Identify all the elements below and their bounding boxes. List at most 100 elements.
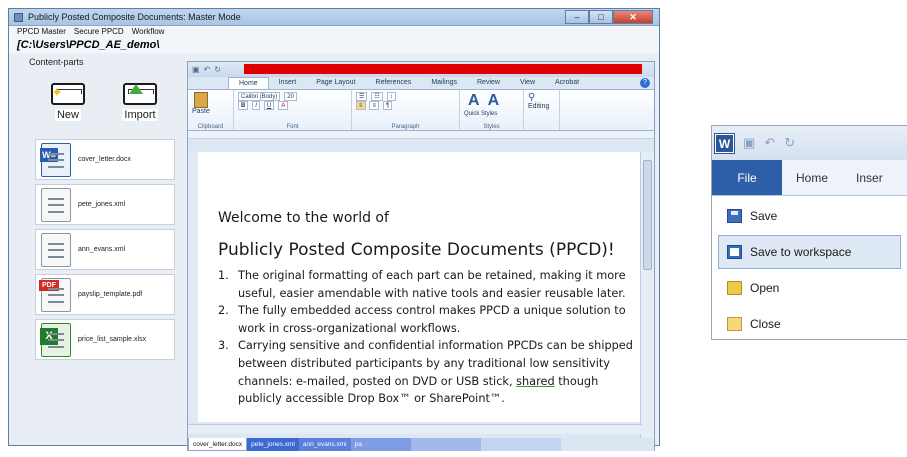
open-menu-item[interactable]: Open: [718, 271, 901, 305]
content-part-payslip-template[interactable]: PDF payslip_template.pdf: [35, 274, 175, 315]
doc-tab-cover-letter[interactable]: cover_letter.docx: [188, 438, 248, 451]
undo-icon[interactable]: ↶: [204, 65, 211, 74]
font-size-select[interactable]: 20: [284, 92, 297, 101]
horizontal-scrollbar[interactable]: [188, 424, 642, 434]
file-menu-toolbar: W ▣ ↶ ↻: [712, 126, 907, 160]
menu-workflow[interactable]: Workflow: [132, 26, 165, 38]
ruler: [188, 131, 654, 139]
document-heading-2: Publicly Posted Composite Documents (PPC…: [218, 240, 615, 260]
tab-page-layout[interactable]: Page Layout: [306, 77, 365, 89]
file-menu-panel: W ▣ ↶ ↻ File Home Inser Save Save to wor…: [711, 125, 907, 340]
doc-tab-4[interactable]: [410, 438, 481, 451]
list-item: 3. Carrying sensitive and confidential in…: [218, 339, 633, 406]
editing-label[interactable]: Editing: [528, 103, 549, 110]
tab-insert[interactable]: Inser: [842, 160, 897, 195]
document-page[interactable]: Welcome to the world of Publicly Posted …: [198, 152, 642, 422]
font-name-select[interactable]: Calibri (Body): [238, 92, 281, 101]
close-button[interactable]: ✕: [613, 10, 653, 24]
import-button[interactable]: Import: [119, 73, 161, 121]
list-item: 2. The fully embedded access control make…: [218, 304, 626, 335]
italic-button[interactable]: I: [252, 101, 260, 110]
paste-label: Paste: [192, 108, 210, 115]
scroll-thumb[interactable]: [643, 160, 652, 270]
save-icon: [727, 209, 742, 223]
window-title: Publicly Posted Composite Documents: Mas…: [28, 12, 241, 22]
star-icon: ✦: [51, 84, 63, 100]
workspace-icon: [727, 245, 742, 259]
save-to-workspace-label: Save to workspace: [750, 245, 852, 259]
undo-icon[interactable]: ↶: [764, 135, 775, 151]
content-part-pete-jones[interactable]: pete_jones.xml: [35, 184, 175, 225]
file-name: cover_letter.docx: [78, 156, 131, 163]
doc-tab-payslip[interactable]: pa: [350, 438, 411, 451]
save-to-workspace-menu-item[interactable]: Save to workspace: [718, 235, 901, 269]
tab-insert[interactable]: Insert: [269, 77, 307, 89]
workspace-path: [C:\Users\PPCD_AE_demo\: [9, 38, 659, 53]
embedded-word-editor: ▣ ↶ ↻ Home Insert Page Layout References…: [187, 61, 655, 451]
xml-document-icon: [41, 187, 71, 222]
content-part-price-list[interactable]: X price_list_sample.xlsx: [35, 319, 175, 360]
font-color-button[interactable]: A: [278, 101, 289, 110]
file-menu-items: Save Save to workspace Open Close: [712, 196, 907, 339]
align-center-button[interactable]: ≡: [369, 101, 379, 110]
file-name: payslip_template.pdf: [78, 291, 143, 298]
tab-file[interactable]: File: [712, 160, 782, 195]
paste-icon[interactable]: [194, 92, 208, 108]
numbering-button[interactable]: ☷: [371, 92, 383, 101]
pilcrow-button[interactable]: ¶: [382, 101, 393, 110]
arrow-up-icon: [129, 84, 143, 94]
open-folder-icon: [727, 281, 742, 295]
change-styles-icon[interactable]: A: [488, 92, 500, 109]
save-icon[interactable]: ▣: [743, 135, 755, 151]
minimize-button[interactable]: –: [565, 10, 589, 24]
align-left-button[interactable]: ≡: [356, 101, 366, 110]
ppcd-main-window: Publicly Posted Composite Documents: Mas…: [8, 8, 660, 451]
vertical-scrollbar[interactable]: [640, 152, 654, 438]
open-label: Open: [750, 281, 780, 295]
content-part-cover-letter[interactable]: W≡ cover_letter.docx: [35, 139, 175, 180]
tab-references[interactable]: References: [366, 77, 422, 89]
menu-secure-ppcd[interactable]: Secure PPCD: [74, 26, 124, 38]
tab-home[interactable]: Home: [782, 160, 842, 195]
redo-icon[interactable]: ↻: [784, 135, 795, 151]
content-parts-panel: Content-parts ✦ New Import W≡ cover_lett…: [13, 55, 183, 441]
underline-button[interactable]: U: [263, 101, 275, 110]
new-button[interactable]: ✦ New: [47, 73, 89, 121]
doc-tab-pete-jones[interactable]: pete_jones.xml: [247, 438, 299, 451]
redo-icon[interactable]: ↻: [214, 65, 221, 74]
bold-button[interactable]: B: [238, 101, 249, 110]
bullets-button[interactable]: ☰: [356, 92, 368, 101]
tab-home[interactable]: Home: [228, 77, 269, 89]
tab-acrobat[interactable]: Acrobat: [545, 77, 589, 89]
maximize-button[interactable]: □: [589, 10, 613, 24]
tab-view[interactable]: View: [510, 77, 545, 89]
file-name: ann_evans.xml: [78, 246, 126, 253]
binoculars-icon[interactable]: ⚲: [528, 92, 535, 103]
title-bar: Publicly Posted Composite Documents: Mas…: [9, 9, 659, 26]
content-part-ann-evans[interactable]: ann_evans.xml: [35, 229, 175, 270]
help-icon[interactable]: ?: [640, 78, 650, 88]
document-tabs: cover_letter.docx pete_jones.xml ann_eva…: [188, 438, 654, 451]
quick-styles-icon[interactable]: A: [468, 92, 480, 109]
tab-review[interactable]: Review: [467, 77, 510, 89]
save-menu-item[interactable]: Save: [718, 199, 901, 233]
close-menu-item[interactable]: Close: [718, 307, 901, 339]
close-folder-icon: [727, 317, 742, 331]
doc-tab-ann-evans[interactable]: ann_evans.xml: [298, 438, 351, 451]
paragraph-group: ☰ ☷ ↕ ≡ ≡ ¶ Paragraph: [352, 90, 460, 130]
tab-mailings[interactable]: Mailings: [421, 77, 467, 89]
quick-access-toolbar: ▣ ↶ ↻: [188, 62, 654, 77]
doc-tab-5[interactable]: [480, 438, 561, 451]
import-icon: [123, 83, 157, 105]
content-actions: ✦ New Import: [13, 69, 183, 129]
save-icon[interactable]: ▣: [192, 65, 200, 74]
font-group: Calibri (Body) 20 B I U A Font: [234, 90, 352, 130]
document-area: Welcome to the world of Publicly Posted …: [188, 152, 642, 422]
sort-button[interactable]: ↕: [386, 92, 396, 101]
clipboard-group: Paste Clipboard: [188, 90, 234, 130]
menu-ppcd-master[interactable]: PPCD Master: [17, 26, 66, 38]
word-logo-icon: W: [714, 132, 735, 154]
close-label: Close: [750, 317, 781, 331]
list-item: 1. The original formatting of each part c…: [218, 269, 626, 300]
new-document-icon: ✦: [51, 83, 85, 105]
